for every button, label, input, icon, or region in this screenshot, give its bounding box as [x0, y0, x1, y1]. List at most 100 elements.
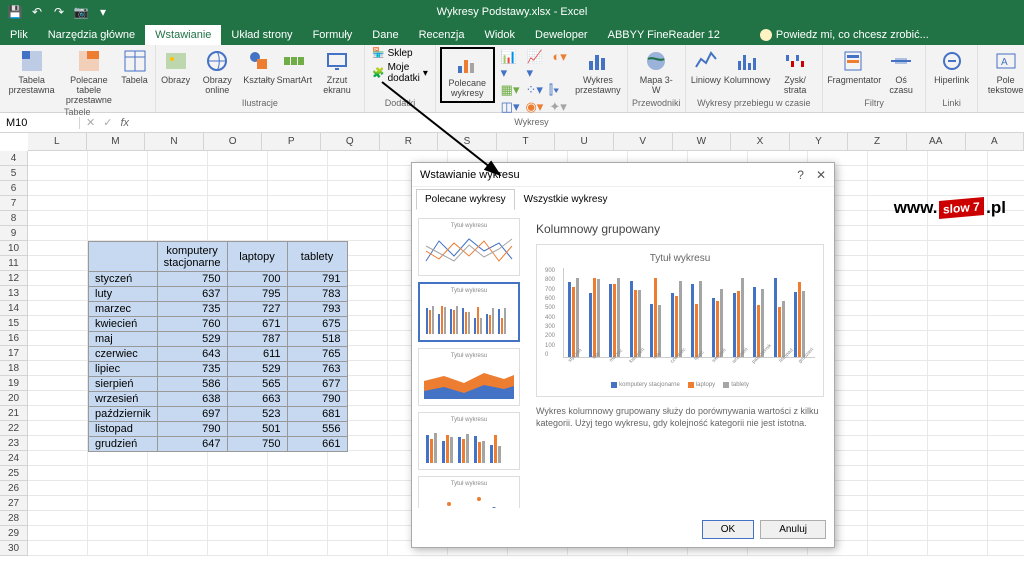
chart-thumb-area[interactable]: Tytuł wykresu	[418, 348, 520, 406]
timeline-button[interactable]: Oś czasu	[881, 47, 921, 97]
cell[interactable]	[208, 511, 268, 526]
cell[interactable]	[988, 151, 1024, 166]
cell[interactable]	[928, 271, 988, 286]
col-header[interactable]: N	[145, 133, 204, 150]
cell[interactable]	[928, 391, 988, 406]
cell[interactable]	[88, 451, 148, 466]
cell[interactable]	[268, 211, 328, 226]
cell[interactable]	[28, 241, 88, 256]
col-header[interactable]: Q	[321, 133, 380, 150]
table-row-header[interactable]: wrzesień	[89, 392, 158, 407]
sparkline-line-button[interactable]: Liniowy	[690, 47, 723, 87]
row-header[interactable]: 19	[0, 376, 27, 391]
row-header[interactable]: 16	[0, 331, 27, 346]
cell[interactable]	[988, 511, 1024, 526]
cell[interactable]	[868, 286, 928, 301]
cell[interactable]	[988, 316, 1024, 331]
cell[interactable]	[208, 496, 268, 511]
surface-chart-icon[interactable]: ◉▾	[525, 99, 543, 115]
table-cell[interactable]: 529	[157, 332, 227, 347]
tab-formuly[interactable]: Formuły	[303, 25, 363, 45]
cell[interactable]	[928, 256, 988, 271]
pivot-table-button[interactable]: Tabela przestawna	[4, 47, 59, 97]
cell[interactable]	[268, 166, 328, 181]
cell[interactable]	[988, 346, 1024, 361]
row-header[interactable]: 15	[0, 316, 27, 331]
row-header[interactable]: 14	[0, 301, 27, 316]
cell[interactable]	[868, 406, 928, 421]
cell[interactable]	[88, 481, 148, 496]
cell[interactable]	[88, 511, 148, 526]
cell[interactable]	[988, 226, 1024, 241]
cell[interactable]	[28, 271, 88, 286]
cell[interactable]	[928, 376, 988, 391]
cell[interactable]	[268, 496, 328, 511]
cell[interactable]	[28, 346, 88, 361]
col-header[interactable]: W	[673, 133, 732, 150]
cell[interactable]	[988, 331, 1024, 346]
cell[interactable]	[988, 436, 1024, 451]
stock-chart-icon[interactable]: ⫿▾	[549, 82, 560, 98]
cell[interactable]	[928, 421, 988, 436]
cell[interactable]	[208, 211, 268, 226]
table-cell[interactable]: 787	[227, 332, 287, 347]
chart-thumb-scatter[interactable]: Tytuł wykresu	[418, 476, 520, 508]
table-cell[interactable]: 763	[287, 362, 347, 377]
cell[interactable]	[148, 166, 208, 181]
cell[interactable]	[928, 526, 988, 541]
screenshot-button[interactable]: Zrzut ekranu	[314, 47, 360, 97]
cell[interactable]	[28, 196, 88, 211]
cell[interactable]	[868, 436, 928, 451]
camera-icon[interactable]: 📷	[72, 3, 90, 21]
cell[interactable]	[868, 391, 928, 406]
textbox-button[interactable]: APole tekstowe	[982, 47, 1024, 97]
cell[interactable]	[268, 151, 328, 166]
col-header[interactable]: V	[614, 133, 673, 150]
cell[interactable]	[268, 466, 328, 481]
table-row-header[interactable]: listopad	[89, 422, 158, 437]
cell[interactable]	[928, 241, 988, 256]
row-header[interactable]: 21	[0, 406, 27, 421]
table-header[interactable]: laptopy	[227, 242, 287, 272]
cell[interactable]	[988, 166, 1024, 181]
cell[interactable]	[868, 496, 928, 511]
table-button[interactable]: Tabela	[118, 47, 150, 87]
cell[interactable]	[868, 466, 928, 481]
cancel-button[interactable]: Anuluj	[760, 520, 826, 539]
cell[interactable]	[928, 436, 988, 451]
table-header[interactable]: komputery stacjonarne	[157, 242, 227, 272]
line-chart-icon[interactable]: 📈▾	[527, 49, 547, 81]
cell[interactable]	[988, 286, 1024, 301]
table-cell[interactable]: 735	[157, 302, 227, 317]
cell[interactable]	[268, 196, 328, 211]
pie-chart-icon[interactable]: ◐▾	[552, 49, 566, 81]
row-header[interactable]: 9	[0, 226, 27, 241]
cell[interactable]	[868, 316, 928, 331]
dialog-help-icon[interactable]: ?	[797, 168, 804, 182]
cell[interactable]	[28, 316, 88, 331]
slicer-button[interactable]: Fragmentator	[827, 47, 879, 87]
table-cell[interactable]: 663	[227, 392, 287, 407]
cell[interactable]	[868, 451, 928, 466]
table-cell[interactable]: 727	[227, 302, 287, 317]
table-cell[interactable]: 661	[287, 437, 347, 452]
cell[interactable]	[268, 511, 328, 526]
cell[interactable]	[268, 226, 328, 241]
table-cell[interactable]: 791	[287, 272, 347, 287]
table-row-header[interactable]: kwiecień	[89, 317, 158, 332]
cell[interactable]	[868, 241, 928, 256]
cell[interactable]	[328, 466, 388, 481]
dialog-titlebar[interactable]: Wstawianie wykresu ? ✕	[412, 163, 834, 187]
cell[interactable]	[148, 511, 208, 526]
cell[interactable]	[28, 226, 88, 241]
cell[interactable]	[988, 421, 1024, 436]
cell[interactable]	[988, 241, 1024, 256]
cell[interactable]	[988, 481, 1024, 496]
cell[interactable]	[88, 466, 148, 481]
cell[interactable]	[28, 166, 88, 181]
col-header[interactable]: Y	[790, 133, 849, 150]
hyperlink-button[interactable]: Hiperlink	[930, 47, 973, 87]
table-cell[interactable]: 677	[287, 377, 347, 392]
tab-wstawianie[interactable]: Wstawianie	[145, 25, 221, 45]
cell[interactable]	[28, 481, 88, 496]
